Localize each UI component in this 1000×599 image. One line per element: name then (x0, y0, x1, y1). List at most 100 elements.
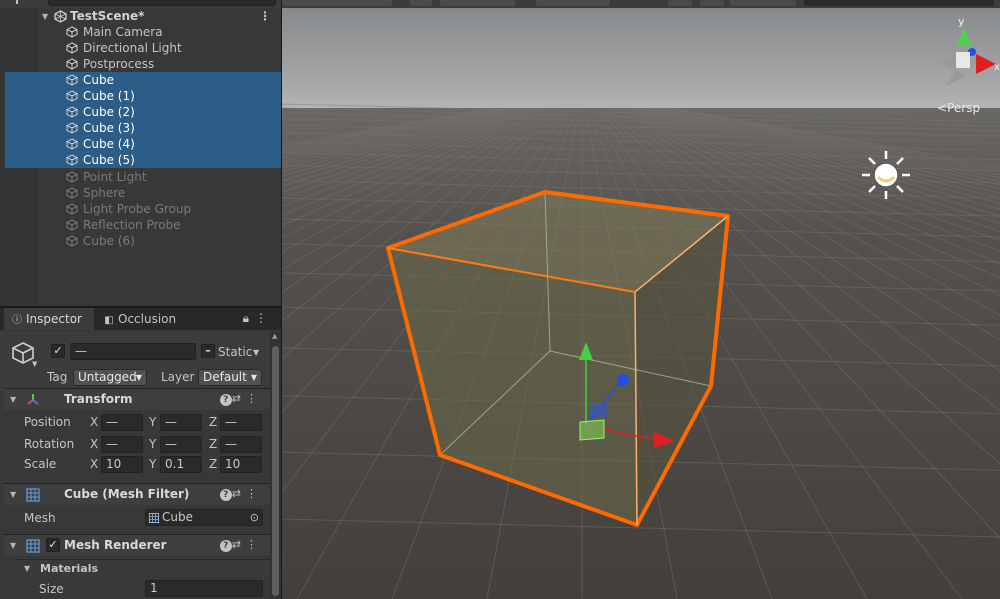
2d-toggle[interactable] (410, 0, 432, 6)
icon-dropdown-arrow-icon[interactable]: ▼ (32, 360, 37, 368)
component-menu-icon[interactable]: ⋮ (246, 487, 262, 500)
hierarchy-item[interactable]: Cube (6) (0, 233, 281, 249)
mesh-icon (149, 513, 159, 523)
directional-light-icon[interactable] (860, 149, 912, 201)
rotation-x-field[interactable]: — (101, 436, 143, 453)
hierarchy-item[interactable]: Sphere (0, 185, 281, 201)
preset-icon[interactable]: ⇄ (232, 538, 246, 551)
camera-toggle[interactable] (700, 0, 724, 6)
scene-row[interactable]: ▼ TestScene* ⋮ (0, 8, 281, 24)
scene-view[interactable]: y x <Persp (282, 0, 1000, 599)
lighting-toggles[interactable] (440, 0, 515, 6)
tab-occlusion[interactable]: ◧ Occlusion (96, 308, 186, 330)
hierarchy-item[interactable]: Light Probe Group (0, 201, 281, 217)
inspector-tab-bar: ⓘ Inspector ◧ Occlusion 🔒︎⋮ (0, 308, 281, 330)
lock-icon[interactable]: 🔒︎ (243, 311, 255, 325)
fold-arrow-icon[interactable]: ▼ (10, 541, 16, 550)
add-icon[interactable] (16, 0, 18, 4)
axis-y-label: Y (149, 415, 157, 429)
hierarchy-item[interactable]: Cube (5, 72, 281, 88)
fold-arrow-icon[interactable]: ▼ (24, 564, 30, 573)
scene-name: TestScene* (70, 9, 145, 23)
gizmo-x-cone[interactable] (976, 54, 996, 74)
scene-menu-icon[interactable]: ⋮ (259, 8, 271, 24)
layer-dropdown[interactable]: Default ▼ (198, 369, 262, 386)
fold-arrow-icon[interactable]: ▼ (42, 12, 48, 21)
materials-size-field[interactable]: 1 (145, 580, 263, 597)
help-icon[interactable]: ? (219, 540, 232, 552)
scale-z-field[interactable]: 10 (220, 456, 262, 473)
gizmo-y-cone[interactable] (956, 28, 972, 46)
persp-text: Persp (947, 101, 981, 115)
hierarchy-item[interactable]: Reflection Probe (0, 217, 281, 233)
static-dropdown-icon[interactable]: ▼ (253, 348, 259, 357)
object-picker-icon[interactable]: ⊙ (250, 510, 259, 525)
hierarchy-item[interactable]: Cube (4) (5, 136, 281, 152)
mesh-filter-title: Cube (Mesh Filter) (64, 487, 190, 501)
gizmos-dropdown[interactable] (730, 0, 796, 6)
fold-arrow-icon[interactable]: ▼ (10, 490, 16, 499)
projection-label[interactable]: <Persp (937, 101, 980, 115)
mesh-renderer-enabled-checkbox[interactable]: ✓ (46, 538, 60, 552)
hierarchy-item[interactable]: Point Light (0, 169, 281, 185)
mesh-filter-header[interactable]: ▼ Cube (Mesh Filter) ? ⇄⋮ (4, 483, 270, 505)
tab-menu-icon[interactable]: ⋮ (255, 311, 273, 325)
transform-header[interactable]: ▼ Transform ? ⇄⋮ (4, 388, 270, 410)
hierarchy-item[interactable]: Cube (1) (5, 88, 281, 104)
hierarchy-item[interactable]: Postprocess (0, 56, 281, 72)
gizmo-center-cube[interactable] (956, 52, 970, 68)
active-checkbox[interactable]: ✓ (51, 344, 65, 358)
gameobject-cube-icon (66, 138, 78, 150)
preset-icon[interactable]: ⇄ (232, 487, 246, 500)
scrollbar-thumb[interactable] (272, 346, 279, 596)
tools-toggle[interactable] (668, 0, 692, 6)
materials-foldout[interactable]: ▼ Materials (16, 559, 270, 577)
draw-mode-dropdown[interactable] (282, 0, 392, 6)
gizmo-y-label: y (958, 15, 965, 28)
help-icon[interactable]: ? (219, 489, 232, 501)
layer-label: Layer (161, 370, 195, 384)
hierarchy-item[interactable]: Main Camera (0, 24, 281, 40)
inspector-scrollbar[interactable]: ▲ (270, 332, 281, 599)
help-icon[interactable]: ? (219, 394, 232, 406)
preset-icon[interactable]: ⇄ (232, 392, 246, 405)
scene-viewport[interactable] (282, 8, 1000, 599)
scale-y-field[interactable]: 0.1 (160, 456, 202, 473)
position-y-field[interactable]: — (160, 414, 202, 431)
fold-arrow-icon[interactable]: ▼ (10, 395, 16, 404)
tag-dropdown[interactable]: Untagged ▼ (73, 369, 147, 386)
hierarchy-item[interactable]: Cube (3) (5, 120, 281, 136)
hierarchy-search-input[interactable] (48, 0, 276, 6)
scale-x-field[interactable]: 10 (101, 456, 143, 473)
component-menu-icon[interactable]: ⋮ (246, 538, 262, 551)
orientation-gizmo[interactable]: y x (932, 14, 1000, 94)
gizmo-neg-x-cone[interactable] (940, 54, 958, 70)
mesh-value: Cube (162, 510, 193, 524)
tab-inspector-label: Inspector (26, 312, 82, 326)
object-name-field[interactable]: — (70, 343, 196, 360)
static-checkbox[interactable]: – (201, 344, 215, 358)
gameobject-cube-icon (66, 74, 78, 86)
position-z-field[interactable]: — (220, 414, 262, 431)
hierarchy-item-label: Cube (4) (83, 137, 135, 151)
scene-search-input[interactable] (804, 0, 994, 6)
mesh-object-field[interactable]: Cube ⊙ (145, 509, 263, 526)
component-menu-icon[interactable]: ⋮ (246, 392, 262, 405)
hierarchy-item[interactable]: Cube (5) (5, 152, 281, 168)
mesh-renderer-header[interactable]: ▼ ✓ Mesh Renderer ? ⇄⋮ (4, 534, 270, 556)
gizmo-neg-z-cone[interactable] (946, 70, 966, 86)
tab-inspector[interactable]: ⓘ Inspector (4, 308, 94, 330)
axis-x-label: X (90, 437, 99, 451)
hierarchy-item[interactable]: Cube (2) (5, 104, 281, 120)
rotation-y-field[interactable]: — (160, 436, 202, 453)
hierarchy-item-label: Cube (83, 73, 114, 87)
occlusion-icon: ◧ (104, 315, 114, 326)
scene-visibility-toggle[interactable] (536, 0, 610, 6)
gameobject-cube-icon (66, 171, 78, 183)
position-x-field[interactable]: — (101, 414, 143, 431)
static-label[interactable]: Static (218, 344, 252, 360)
rotation-z-field[interactable]: — (220, 436, 262, 453)
hierarchy-item[interactable]: Directional Light (0, 40, 281, 56)
inspector-panel: ⓘ Inspector ◧ Occlusion 🔒︎⋮ ▼ ✓ — – Static… (0, 306, 281, 599)
scroll-up-icon[interactable]: ▲ (272, 332, 277, 340)
